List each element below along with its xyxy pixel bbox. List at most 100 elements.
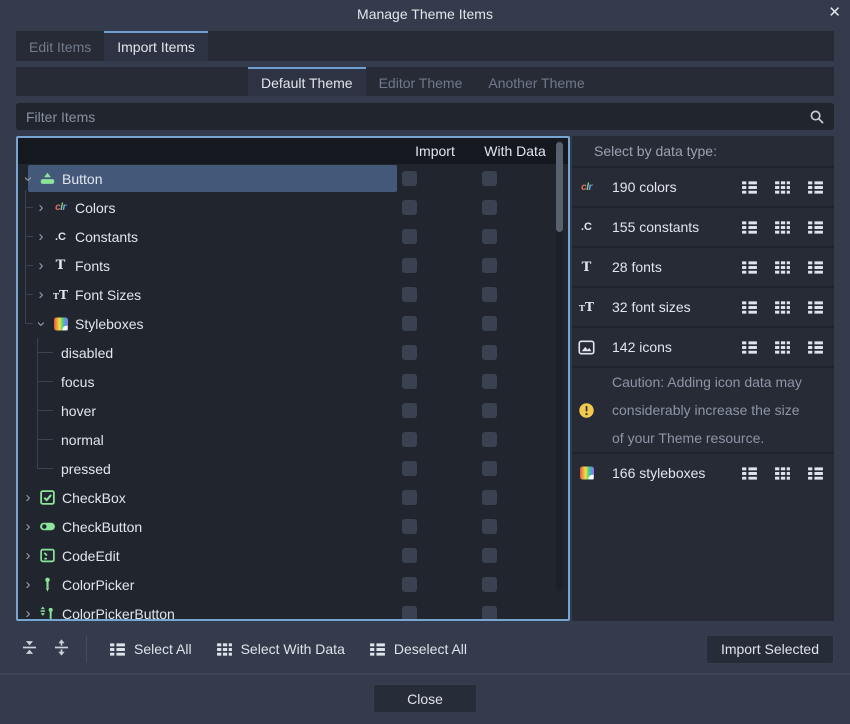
with-data-checkbox[interactable] xyxy=(482,548,497,563)
import-checkbox[interactable] xyxy=(402,490,417,505)
select-with-data-button[interactable] xyxy=(773,258,791,276)
data-type-label: 142 icons xyxy=(612,339,740,355)
with-data-checkbox[interactable] xyxy=(482,490,497,505)
import-checkbox[interactable] xyxy=(402,519,417,534)
select-all-button[interactable] xyxy=(740,298,758,316)
select-with-data-button[interactable] xyxy=(773,298,791,316)
with-data-checkbox[interactable] xyxy=(482,316,497,331)
expand-all-button[interactable] xyxy=(48,636,74,662)
chevron-right-icon[interactable]: › xyxy=(35,230,47,244)
data-type-row-28-fonts: T28 fonts xyxy=(572,246,834,286)
tree-row-fonts[interactable]: ›TFonts xyxy=(18,251,568,280)
tree-row-colorpicker[interactable]: ›ColorPicker xyxy=(18,570,568,599)
chevron-down-icon[interactable]: › xyxy=(21,173,35,185)
tree-row-codeedit[interactable]: ›CodeEdit xyxy=(18,541,568,570)
chevron-right-icon[interactable]: › xyxy=(35,201,47,215)
chevron-right-icon[interactable]: › xyxy=(22,491,34,505)
import-checkbox[interactable] xyxy=(402,577,417,592)
deselect-all-button[interactable] xyxy=(806,178,824,196)
chevron-right-icon[interactable]: › xyxy=(22,549,34,563)
theme-tab-spacer xyxy=(16,67,248,96)
deselect-all-button[interactable]: Deselect All xyxy=(357,634,479,664)
select-all-button[interactable] xyxy=(740,218,758,236)
import-checkbox[interactable] xyxy=(402,258,417,273)
chevron-right-icon[interactable]: › xyxy=(35,259,47,273)
import-checkbox[interactable] xyxy=(402,229,417,244)
chevron-right-icon[interactable]: › xyxy=(22,578,34,592)
tab-edit-items[interactable]: Edit Items xyxy=(16,31,104,61)
chevron-right-icon[interactable]: › xyxy=(22,607,34,620)
import-checkbox[interactable] xyxy=(402,171,417,186)
with-data-checkbox[interactable] xyxy=(482,606,497,619)
import-checkbox[interactable] xyxy=(402,345,417,360)
select-all-button[interactable]: Select All xyxy=(97,634,204,664)
select-with-data-button[interactable] xyxy=(773,338,791,356)
deselect-all-button[interactable] xyxy=(806,258,824,276)
tab-import-items[interactable]: Import Items xyxy=(104,31,208,61)
tree-row-disabled[interactable]: disabled xyxy=(18,338,568,367)
tree-row-hover[interactable]: hover xyxy=(18,396,568,425)
chevron-down-icon[interactable]: › xyxy=(34,318,48,330)
with-data-checkbox[interactable] xyxy=(482,258,497,273)
deselect-all-button[interactable] xyxy=(806,298,824,316)
tree-row-constants[interactable]: ›.CConstants xyxy=(18,222,568,251)
tree-item-label: Colors xyxy=(75,200,115,216)
with-data-checkbox[interactable] xyxy=(482,403,497,418)
theme-tab-another-theme[interactable]: Another Theme xyxy=(475,67,597,96)
select-with-data-button[interactable] xyxy=(773,464,791,482)
theme-tab-editor-theme[interactable]: Editor Theme xyxy=(366,67,476,96)
deselect-all-button[interactable] xyxy=(806,218,824,236)
title-bar: Manage Theme Items ✕ xyxy=(0,0,850,27)
import-checkbox[interactable] xyxy=(402,287,417,302)
chevron-right-icon[interactable]: › xyxy=(35,288,47,302)
import-checkbox[interactable] xyxy=(402,432,417,447)
with-data-checkbox[interactable] xyxy=(482,287,497,302)
chevron-right-icon[interactable]: › xyxy=(22,520,34,534)
tree-row-focus[interactable]: focus xyxy=(18,367,568,396)
collapse-all-button[interactable] xyxy=(16,636,42,662)
select-all-button[interactable] xyxy=(740,258,758,276)
tree-item-label: ColorPickerButton xyxy=(62,606,175,620)
deselect-all-button[interactable] xyxy=(806,464,824,482)
close-button[interactable]: Close xyxy=(373,684,477,713)
filter-items-input[interactable] xyxy=(16,109,809,125)
data-type-row-155-constants: .C155 constants xyxy=(572,206,834,246)
tree-row-font-sizes[interactable]: ›TTFont Sizes xyxy=(18,280,568,309)
import-checkbox[interactable] xyxy=(402,200,417,215)
theme-tab-default-theme[interactable]: Default Theme xyxy=(248,67,366,96)
with-data-checkbox[interactable] xyxy=(482,171,497,186)
import-checkbox[interactable] xyxy=(402,606,417,619)
with-data-checkbox[interactable] xyxy=(482,577,497,592)
select-with-data-button[interactable] xyxy=(773,218,791,236)
with-data-checkbox[interactable] xyxy=(482,432,497,447)
import-checkbox[interactable] xyxy=(402,403,417,418)
tree-row-checkbutton[interactable]: ›CheckButton xyxy=(18,512,568,541)
deselect-all-button[interactable] xyxy=(806,338,824,356)
tree-row-styleboxes[interactable]: ›Styleboxes xyxy=(18,309,568,338)
tree-row-normal[interactable]: normal xyxy=(18,425,568,454)
select-with-data-button[interactable]: Select With Data xyxy=(204,634,357,664)
tree-scrollbar-thumb[interactable] xyxy=(556,142,563,232)
select-with-data-button[interactable] xyxy=(773,178,791,196)
select-all-button[interactable] xyxy=(740,464,758,482)
import-checkbox[interactable] xyxy=(402,548,417,563)
with-data-checkbox[interactable] xyxy=(482,200,497,215)
with-data-checkbox[interactable] xyxy=(482,374,497,389)
select-all-button[interactable] xyxy=(740,178,758,196)
with-data-checkbox[interactable] xyxy=(482,229,497,244)
close-icon[interactable]: ✕ xyxy=(828,3,841,23)
tree-row-button[interactable]: ›Button xyxy=(18,164,568,193)
tree-row-pressed[interactable]: pressed xyxy=(18,454,568,483)
tree-row-checkbox[interactable]: ›CheckBox xyxy=(18,483,568,512)
import-checkbox[interactable] xyxy=(402,374,417,389)
select-all-button[interactable] xyxy=(740,338,758,356)
import-checkbox[interactable] xyxy=(402,461,417,476)
tree-row-colors[interactable]: ›clrColors xyxy=(18,193,568,222)
tree-row-colorpickerbutton[interactable]: › ColorPickerButton xyxy=(18,599,568,619)
with-data-checkbox[interactable] xyxy=(482,345,497,360)
import-checkbox[interactable] xyxy=(402,316,417,331)
tree-header: Import With Data xyxy=(18,138,568,164)
with-data-checkbox[interactable] xyxy=(482,461,497,476)
with-data-checkbox[interactable] xyxy=(482,519,497,534)
import-selected-button[interactable]: Import Selected xyxy=(706,635,834,664)
